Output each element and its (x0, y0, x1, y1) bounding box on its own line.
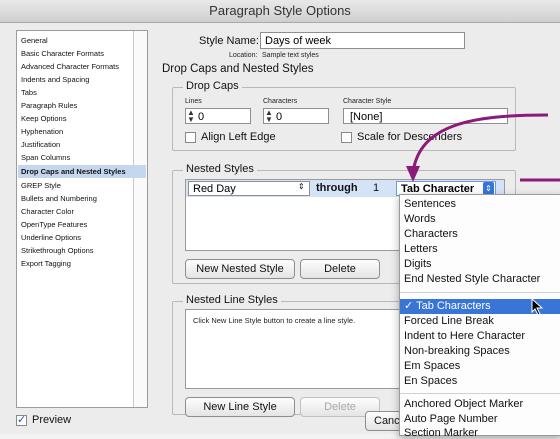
menu-item-section-marker[interactable]: Section Marker (404, 427, 478, 439)
menu-item-indent-to-here[interactable]: Indent to Here Character (404, 330, 525, 342)
menu-item-words[interactable]: Words (404, 213, 436, 225)
menu-item-sentences[interactable]: Sentences (404, 198, 456, 210)
menu-item-end-nested-style-character[interactable]: End Nested Style Character (404, 273, 540, 285)
menu-item-letters[interactable]: Letters (404, 243, 438, 255)
menu-item-anchored-object-marker[interactable]: Anchored Object Marker (404, 398, 523, 410)
menu-item-auto-page-number[interactable]: Auto Page Number (404, 413, 498, 425)
menu-item-digits[interactable]: Digits (404, 258, 432, 270)
menu-item-forced-line-break[interactable]: Forced Line Break (404, 315, 494, 327)
mouse-cursor-icon (531, 298, 544, 316)
annotation-arrow-curve (411, 113, 549, 173)
menu-item-non-breaking-spaces[interactable]: Non-breaking Spaces (404, 345, 510, 357)
annotation-arrow-head (406, 166, 420, 182)
delimiter-dropdown-menu[interactable]: Sentences Words Characters Letters Digit… (399, 194, 560, 439)
menu-separator (400, 292, 560, 293)
menu-separator (400, 393, 560, 394)
menu-item-en-spaces[interactable]: En Spaces (404, 375, 457, 387)
menu-item-characters[interactable]: Characters (404, 228, 458, 240)
menu-item-em-spaces[interactable]: Em Spaces (404, 360, 460, 372)
